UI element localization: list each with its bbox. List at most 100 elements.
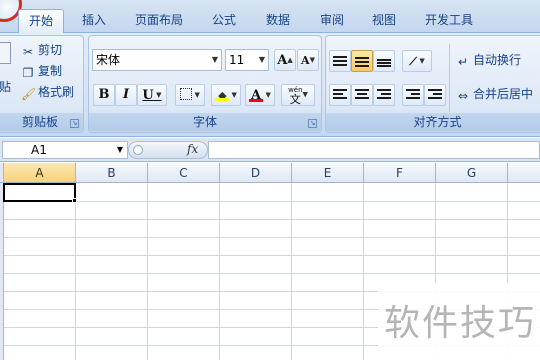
underline-button[interactable]: U ▼ [137,84,167,106]
decrease-indent-icon [406,88,420,101]
column-header-g[interactable]: G [436,163,508,183]
fill-color-swatch [215,98,230,101]
chevron-down-icon: ▼ [153,91,162,99]
chevron-down-icon: ▼ [258,55,265,64]
gridline [291,183,292,360]
font-size-combobox[interactable]: 11 ▼ [225,49,269,71]
grow-font-label: A [277,53,288,68]
group-separator [449,44,450,112]
fill-handle[interactable] [72,198,77,203]
align-left-icon [333,88,347,101]
increase-indent-button[interactable] [424,84,446,106]
tab-home[interactable]: 开始 [18,9,64,33]
formula-input[interactable] [208,141,540,159]
fill-color-button[interactable]: ◆ ▼ [211,84,241,106]
gridline [4,273,540,274]
chevron-down-icon: ▼ [116,145,123,154]
tab-view[interactable]: 视图 [362,9,406,33]
align-middle-button[interactable] [351,50,373,72]
bold-button[interactable]: B [93,84,115,106]
column-header-f[interactable]: F [364,163,436,183]
chevron-down-icon: ▼ [263,91,271,99]
copy-button[interactable]: ❐ 复制 [21,61,62,81]
gridline [4,201,540,202]
tab-data[interactable]: 数据 [256,9,300,33]
paste-button[interactable]: 贴 [0,40,17,104]
paintbrush-icon: 🖌 [21,87,37,101]
wrap-text-button[interactable]: ↵ 自动换行 [456,50,521,70]
gridline [4,219,540,220]
merge-center-button[interactable]: ⇔ 合并后居中 [456,84,533,104]
copy-icon: ❐ [22,66,34,80]
column-header-a[interactable]: A [4,163,76,183]
format-painter-label: 格式刷 [38,85,75,99]
font-name-value: 宋体 [96,53,121,67]
align-top-button[interactable] [329,50,351,72]
active-cell-a1[interactable] [3,183,76,202]
column-header-d[interactable]: D [220,163,292,183]
grow-font-button[interactable]: A▲ [274,49,296,71]
watermark: 软件技巧 [378,282,540,360]
decrease-indent-button[interactable] [402,84,424,106]
align-center-button[interactable] [351,84,373,106]
font-name-combobox[interactable]: 宋体 ▼ [92,49,222,71]
paste-label: 贴 [0,80,12,94]
merge-center-label: 合并后居中 [473,87,534,101]
wrap-text-label: 自动换行 [473,53,522,67]
phonetic-guide-button[interactable]: wén 文 ▼ [281,84,315,106]
column-header-b[interactable]: B [76,163,148,183]
clipboard-icon [0,42,11,64]
font-size-value: 11 [229,53,245,67]
phonetic-char: 文 [289,93,301,106]
align-center-icon [355,88,369,101]
gridline [219,183,220,360]
gridline [75,183,76,360]
italic-button[interactable]: I [115,84,137,106]
orientation-button[interactable]: ⟋ ▼ [402,50,432,72]
align-left-button[interactable] [329,84,351,106]
name-box-value: A1 [31,143,47,157]
tab-developer[interactable]: 开发工具 [416,9,482,33]
row-header-strip[interactable] [0,183,4,360]
align-middle-icon [355,55,369,67]
clipboard-dialog-launcher[interactable]: ↘ [70,119,79,128]
column-header-e[interactable]: E [292,163,364,183]
align-bottom-button[interactable] [373,50,395,72]
shrink-font-button[interactable]: A▼ [297,49,319,71]
increase-indent-icon [428,88,442,101]
text-orientation-icon: ⟋ [409,55,417,68]
font-dialog-launcher[interactable]: ↘ [308,119,317,128]
format-painter-button[interactable]: 🖌 格式刷 [21,82,74,102]
column-header-c[interactable]: C [148,163,220,183]
decrease-icon: ▼ [309,56,315,64]
chevron-down-icon: ▼ [211,55,218,64]
align-right-icon [377,88,391,101]
font-color-swatch [249,99,264,102]
watermark-text: 软件技巧 [384,303,537,344]
phonetic-icon: wén 文 [288,85,302,105]
tab-insert[interactable]: 插入 [72,9,116,33]
resize-handle-icon[interactable] [133,145,143,155]
chevron-down-icon: ▼ [229,91,237,99]
formula-bar: A1 ▼ fx [0,138,540,162]
name-box[interactable]: A1 ▼ [2,141,128,159]
clipboard-group: 贴 ✂ 剪切 ❐ 复制 🖌 格式刷 剪贴板 ↘ [0,35,84,133]
shrink-font-label: A [301,54,310,67]
align-right-button[interactable] [373,84,395,106]
cut-button[interactable]: ✂ 剪切 [21,40,62,60]
chevron-down-icon: ▼ [192,91,200,99]
tab-page-layout[interactable]: 页面布局 [126,9,192,33]
insert-function-button[interactable]: fx [187,142,198,156]
tab-review[interactable]: 审阅 [310,9,354,33]
borders-button[interactable]: ▼ [175,84,205,106]
font-group: 宋体 ▼ 11 ▼ A▲ A▼ B I U ▼ ▼ ◆ ▼ A ▼ wén 文 … [88,35,322,133]
copy-label: 复制 [38,64,63,78]
font-color-button[interactable]: A ▼ [245,84,275,106]
formula-controls: fx [128,141,208,159]
ribbon-tab-strip: 开始 插入 页面布局 公式 数据 审阅 视图 开发工具 [0,0,540,33]
cut-label: 剪切 [38,43,63,57]
column-header-h[interactable] [508,163,540,183]
increase-icon: ▲ [287,56,293,64]
tab-formulas[interactable]: 公式 [202,9,246,33]
gridline [363,183,364,360]
